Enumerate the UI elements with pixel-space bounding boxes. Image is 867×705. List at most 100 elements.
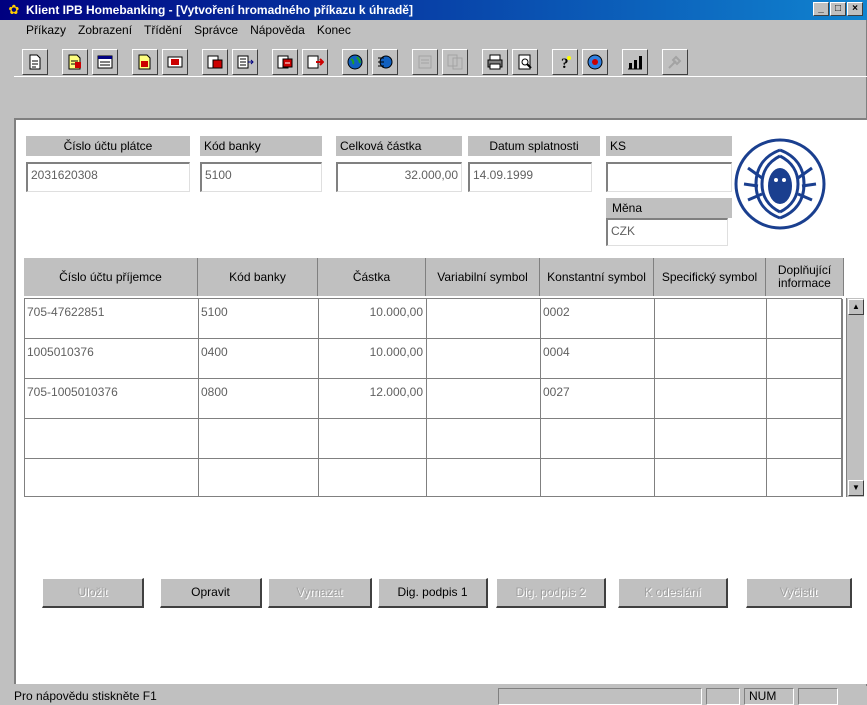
table-cell[interactable]: 0400: [199, 339, 319, 379]
statistics-icon[interactable]: [622, 49, 648, 75]
menu-prikazy[interactable]: Příkazy: [20, 23, 72, 37]
scroll-up-button[interactable]: ▲: [848, 299, 864, 315]
table-cell[interactable]: [427, 459, 541, 497]
menu-bar: Příkazy Zobrazení Třídění Správce Nápově…: [0, 20, 867, 40]
menu-trideni[interactable]: Třídění: [138, 23, 188, 37]
globe-network-icon[interactable]: [372, 49, 398, 75]
menu-spravce[interactable]: Správce: [188, 23, 244, 37]
to-send-button[interactable]: K odeslání: [618, 578, 728, 608]
table-cell[interactable]: [427, 339, 541, 379]
currency-field[interactable]: CZK: [606, 218, 728, 246]
disabled-tool-icon[interactable]: [662, 49, 688, 75]
total-amount-field[interactable]: 32.000,00: [336, 162, 462, 192]
window-controls: _ □ ×: [813, 2, 863, 16]
col-header-bank-code[interactable]: Kód banky: [198, 258, 318, 296]
digital-signature-2-button[interactable]: Dig. podpis 2: [496, 578, 606, 608]
payer-account-label: Číslo účtu plátce: [26, 136, 190, 156]
table-cell[interactable]: 10.000,00: [319, 299, 427, 339]
table-cell[interactable]: [655, 339, 767, 379]
print-icon[interactable]: [482, 49, 508, 75]
maximize-button[interactable]: □: [830, 2, 846, 16]
table-cell[interactable]: [767, 339, 843, 379]
table-cell[interactable]: 5100: [199, 299, 319, 339]
table-cell[interactable]: [199, 459, 319, 497]
currency-label: Měna: [606, 198, 732, 218]
col-header-specific-symbol[interactable]: Specifický symbol: [654, 258, 766, 296]
col-header-constant-symbol[interactable]: Konstantní symbol: [540, 258, 654, 296]
save-button[interactable]: Uložit: [42, 578, 144, 608]
table-cell[interactable]: 705-1005010376: [25, 379, 199, 419]
list-export-icon[interactable]: [202, 49, 228, 75]
payer-account-field[interactable]: 2031620308: [26, 162, 190, 192]
menu-konec[interactable]: Konec: [311, 23, 357, 37]
clear-button[interactable]: Vyčistit: [746, 578, 852, 608]
table-cell[interactable]: [427, 379, 541, 419]
menu-zobrazeni[interactable]: Zobrazení: [72, 23, 138, 37]
export-red-icon[interactable]: [302, 49, 328, 75]
menu-napoveda[interactable]: Nápověda: [244, 23, 311, 37]
delete-icon[interactable]: [162, 49, 188, 75]
table-cell[interactable]: 1005010376: [25, 339, 199, 379]
table-cell[interactable]: [25, 419, 199, 459]
bank-code-field[interactable]: 5100: [200, 162, 322, 192]
table-cell[interactable]: [541, 459, 655, 497]
table-scrollbar[interactable]: ▲ ▼: [846, 298, 864, 497]
col-header-additional-info[interactable]: Doplňující informace: [766, 258, 844, 296]
total-amount-label: Celková částka: [336, 136, 462, 156]
col-header-amount[interactable]: Částka: [318, 258, 426, 296]
bank-code-label: Kód banky: [200, 136, 322, 156]
table-cell[interactable]: [319, 459, 427, 497]
table-cell[interactable]: [427, 419, 541, 459]
settings-globe-icon[interactable]: [582, 49, 608, 75]
bank-lion-logo: [734, 138, 826, 230]
table-cell[interactable]: [767, 419, 843, 459]
table-cell[interactable]: [655, 299, 767, 339]
status-message: Pro nápovědu stiskněte F1: [14, 689, 157, 703]
window-title: Klient IPB Homebanking - [Vytvoření hrom…: [26, 3, 413, 17]
table-cell[interactable]: [427, 299, 541, 339]
main-window: ✿ Klient IPB Homebanking - [Vytvoření hr…: [0, 0, 867, 705]
table-cell[interactable]: 0800: [199, 379, 319, 419]
disabled-copy-icon[interactable]: [442, 49, 468, 75]
table-body: 705-47622851 5100 10.000,00 0002 1005010…: [24, 298, 843, 497]
table-cell[interactable]: 0027: [541, 379, 655, 419]
table-cell[interactable]: [767, 379, 843, 419]
edit-button[interactable]: Opravit: [160, 578, 262, 608]
col-header-variable-symbol[interactable]: Variabilní symbol: [426, 258, 540, 296]
form-icon[interactable]: [92, 49, 118, 75]
table-cell[interactable]: [767, 299, 843, 339]
list-arrow-icon[interactable]: [232, 49, 258, 75]
help-icon[interactable]: ?: [552, 49, 578, 75]
scroll-down-button[interactable]: ▼: [848, 480, 864, 496]
col-header-recipient-account[interactable]: Číslo účtu příjemce: [24, 258, 198, 296]
transfer-red-icon[interactable]: [272, 49, 298, 75]
due-date-field[interactable]: 14.09.1999: [468, 162, 592, 192]
form-area: Číslo účtu plátce 2031620308 Kód banky 5…: [14, 118, 867, 684]
table-cell[interactable]: [767, 459, 843, 497]
table-cell[interactable]: [199, 419, 319, 459]
disabled-list-icon[interactable]: [412, 49, 438, 75]
table-cell[interactable]: 10.000,00: [319, 339, 427, 379]
table-cell[interactable]: [655, 379, 767, 419]
table-cell[interactable]: 0002: [541, 299, 655, 339]
print-preview-icon[interactable]: [512, 49, 538, 75]
close-button[interactable]: ×: [847, 2, 863, 16]
ks-field[interactable]: [606, 162, 732, 192]
table-cell[interactable]: 12.000,00: [319, 379, 427, 419]
table-cell[interactable]: 0004: [541, 339, 655, 379]
title-bar[interactable]: ✿ Klient IPB Homebanking - [Vytvoření hr…: [0, 0, 867, 20]
table-cell[interactable]: 705-47622851: [25, 299, 199, 339]
folder-import-icon[interactable]: [132, 49, 158, 75]
table-cell[interactable]: [655, 419, 767, 459]
delete-button[interactable]: Vymazat: [268, 578, 372, 608]
edit-document-icon[interactable]: [62, 49, 88, 75]
table-cell[interactable]: [655, 459, 767, 497]
due-date-label: Datum splatnosti: [468, 136, 600, 156]
new-document-icon[interactable]: [22, 49, 48, 75]
minimize-button[interactable]: _: [813, 2, 829, 16]
table-cell[interactable]: [25, 459, 199, 497]
table-cell[interactable]: [541, 419, 655, 459]
table-cell[interactable]: [319, 419, 427, 459]
globe-icon[interactable]: [342, 49, 368, 75]
digital-signature-1-button[interactable]: Dig. podpis 1: [378, 578, 488, 608]
